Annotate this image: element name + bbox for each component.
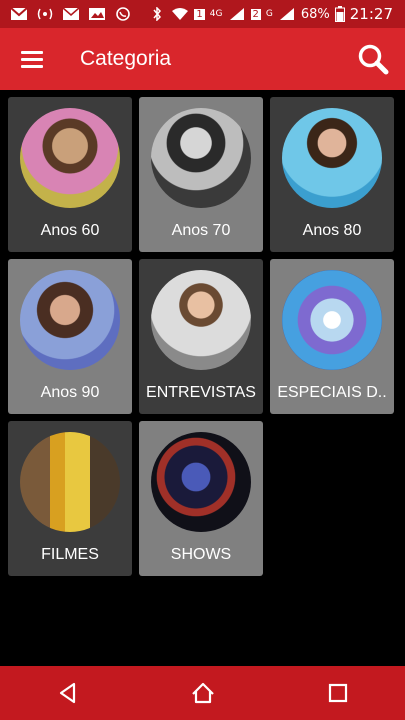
category-grid: Anos 60 Anos 70 Anos 80 Anos 90 ENTREVIS…	[8, 97, 398, 576]
app-bar: Categoria	[0, 28, 405, 90]
whatsapp-icon	[116, 7, 130, 21]
home-button[interactable]	[173, 666, 233, 720]
category-thumbnail	[151, 432, 251, 532]
mail-icon	[62, 7, 80, 20]
page-title: Categoria	[80, 47, 172, 70]
category-thumbnail	[151, 270, 251, 370]
category-label: Anos 70	[171, 222, 231, 239]
sim2-label: 2	[250, 8, 261, 20]
category-label: Anos 60	[40, 222, 100, 239]
search-button[interactable]	[341, 28, 405, 90]
recents-icon	[328, 683, 347, 703]
category-tile-entrevistas[interactable]: ENTREVISTAS	[139, 259, 263, 414]
category-thumbnail	[282, 270, 382, 370]
category-tile-anos-60[interactable]: Anos 60	[8, 97, 132, 252]
category-tile-anos-90[interactable]: Anos 90	[8, 259, 132, 414]
category-tile-anos-80[interactable]: Anos 80	[270, 97, 394, 252]
menu-button[interactable]	[0, 28, 64, 90]
back-button[interactable]	[38, 666, 98, 720]
category-tile-especiais[interactable]: ESPECIAIS D..	[270, 259, 394, 414]
category-label: Anos 90	[40, 384, 100, 401]
home-icon	[191, 682, 214, 704]
battery-icon	[334, 6, 345, 22]
gmail-icon	[10, 7, 28, 20]
bluetooth-icon	[153, 7, 162, 21]
search-icon	[358, 44, 389, 75]
wifi-icon	[172, 8, 189, 20]
category-thumbnail	[20, 270, 120, 370]
image-icon	[89, 8, 105, 20]
back-icon	[59, 682, 75, 704]
category-tile-shows[interactable]: SHOWS	[139, 421, 263, 576]
category-thumbnail	[20, 108, 120, 208]
hotspot-icon	[37, 8, 53, 20]
category-tile-anos-70[interactable]: Anos 70	[139, 97, 263, 252]
category-tile-filmes[interactable]: FILMES	[8, 421, 132, 576]
status-bar: 1 4G 2 G 68% 21:27	[0, 0, 405, 28]
category-label: SHOWS	[170, 546, 232, 563]
category-thumbnail	[282, 108, 382, 208]
hamburger-icon	[21, 51, 43, 68]
category-label: ENTREVISTAS	[146, 384, 256, 401]
category-thumbnail	[20, 432, 120, 532]
clock: 21:27	[349, 5, 393, 23]
recents-button[interactable]	[308, 666, 368, 720]
category-label: FILMES	[41, 546, 99, 563]
category-thumbnail	[151, 108, 251, 208]
navigation-bar	[0, 666, 405, 720]
category-label: Anos 80	[302, 222, 362, 239]
signal-icon	[229, 8, 244, 20]
sim1-label: 1	[194, 8, 205, 20]
signal-icon-2	[279, 8, 294, 20]
sim1-network: 4G	[209, 9, 223, 19]
category-label: ESPECIAIS D..	[277, 384, 387, 401]
sim2-network: G	[265, 9, 273, 19]
battery-percent: 68%	[300, 6, 330, 22]
